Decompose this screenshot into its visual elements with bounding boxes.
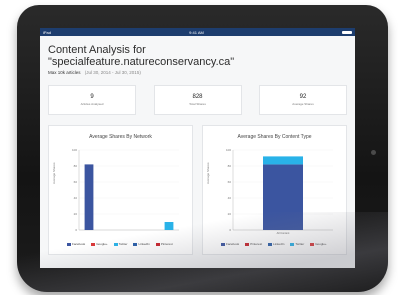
subtitle-text: Max 10k articles xyxy=(48,70,81,75)
legend-item[interactable]: Twitter xyxy=(290,242,304,246)
y-tick-label: 0 xyxy=(229,228,231,232)
stat-label: Articles Analysed xyxy=(80,102,104,106)
legend-item[interactable]: Google+ xyxy=(91,242,108,246)
chart-panel-network: Average Shares By Network Average Shares… xyxy=(48,125,193,255)
stat-value: 92 xyxy=(299,94,307,100)
legend-swatch xyxy=(113,242,118,246)
legend-item[interactable]: Facebook xyxy=(67,242,85,246)
legend-label: Pinterest xyxy=(250,242,263,246)
legend-item[interactable]: Google+ xyxy=(310,242,327,246)
legend-label: Google+ xyxy=(96,242,108,246)
legend-swatch xyxy=(155,242,160,246)
x-tick-label: All Content xyxy=(277,231,290,235)
battery-icon xyxy=(341,30,352,34)
status-left: iPad xyxy=(43,29,52,35)
legend-swatch xyxy=(133,242,138,246)
stat-value: 9 xyxy=(90,94,94,100)
chart-content-type-plot: 0 20 40 60 80 100 All Content xyxy=(226,148,333,235)
legend-swatch xyxy=(91,242,96,246)
page-title: Content Analysis for "specialfeature.nat… xyxy=(48,44,355,68)
legend-swatch xyxy=(67,242,71,246)
stat-total-shares: 828 Total Shares xyxy=(153,85,242,115)
legend-swatch xyxy=(245,242,250,246)
stat-label: Total Shares xyxy=(189,102,206,106)
stat-value: 828 xyxy=(192,94,203,100)
legend-item[interactable]: Facebook xyxy=(221,242,239,246)
chart-network-plot: 0 20 40 60 80 100 xyxy=(72,148,179,232)
bar-segment-twitter[interactable] xyxy=(263,156,303,165)
legend-swatch xyxy=(221,242,225,246)
legend-swatch xyxy=(268,242,273,246)
chart-legend: Facebook Pinterest LinkedIn Twitter Google+ xyxy=(221,242,341,246)
y-tick-label: 60 xyxy=(228,180,232,184)
tablet-screen: iPad 9:41 AM Content Analysis for "speci… xyxy=(40,28,355,268)
y-tick-label: 20 xyxy=(228,212,232,216)
legend-label: Pinterest xyxy=(160,242,173,246)
stat-average-shares: 92 Average Shares xyxy=(259,85,347,115)
legend-label: LinkedIn xyxy=(273,242,285,246)
y-tick-label: 100 xyxy=(226,148,231,152)
chart-panel-content-type: Average Shares By Content Type Average S… xyxy=(202,125,347,255)
legend-label: Google+ xyxy=(315,242,327,246)
y-tick-label: 80 xyxy=(74,164,78,168)
y-tick-label: 20 xyxy=(74,212,78,216)
y-tick-label: 40 xyxy=(228,196,232,200)
legend-item[interactable]: Pinterest xyxy=(155,242,173,246)
legend-label: LinkedIn xyxy=(138,242,150,246)
status-time: 9:41 AM xyxy=(189,29,204,35)
page-title-line2: "specialfeature.natureconservancy.ca" xyxy=(48,56,235,68)
charts-row: Average Shares By Network Average Shares… xyxy=(48,125,347,255)
status-bar: iPad 9:41 AM xyxy=(40,28,355,36)
y-tick-label: 40 xyxy=(74,196,78,200)
y-tick-label: 100 xyxy=(72,148,77,152)
page-title-line1: Content Analysis for xyxy=(48,44,146,56)
y-tick-label: 0 xyxy=(75,228,77,232)
legend-label: Twitter xyxy=(295,242,305,246)
legend-label: Facebook xyxy=(226,242,240,246)
bar-facebook[interactable] xyxy=(84,164,94,230)
y-tick-label: 60 xyxy=(74,180,78,184)
chart-legend: Facebook Google+ Twitter LinkedIn Pinterest xyxy=(67,242,187,246)
date-range: (Jul 30, 2014 - Jul 30, 2015) xyxy=(84,70,141,75)
y-axis-label: Average Shares xyxy=(206,162,210,184)
legend-swatch xyxy=(310,242,315,246)
chart-title: Average Shares By Content Type xyxy=(237,134,312,140)
legend-swatch xyxy=(290,242,295,246)
stat-label: Average Shares xyxy=(292,102,314,106)
tablet-camera xyxy=(371,150,376,155)
page-subtitle: Max 10k articles (Jul 30, 2014 - Jul 30,… xyxy=(48,70,355,75)
legend-item[interactable]: LinkedIn xyxy=(133,242,150,246)
stat-articles: 9 Articles Analysed xyxy=(48,85,136,115)
y-tick-label: 80 xyxy=(228,164,232,168)
legend-item[interactable]: Twitter xyxy=(113,242,128,246)
legend-item[interactable]: LinkedIn xyxy=(268,242,284,246)
y-axis-label: Average Shares xyxy=(52,162,56,184)
legend-item[interactable]: Pinterest xyxy=(245,242,262,246)
bar-segment-facebook[interactable] xyxy=(263,164,303,230)
bar-twitter[interactable] xyxy=(164,222,174,230)
chart-title: Average Shares By Network xyxy=(89,134,152,140)
legend-label: Facebook xyxy=(72,242,86,246)
stats-row: 9 Articles Analysed 828 Total Shares 92 … xyxy=(48,85,347,115)
legend-label: Twitter xyxy=(118,242,128,246)
